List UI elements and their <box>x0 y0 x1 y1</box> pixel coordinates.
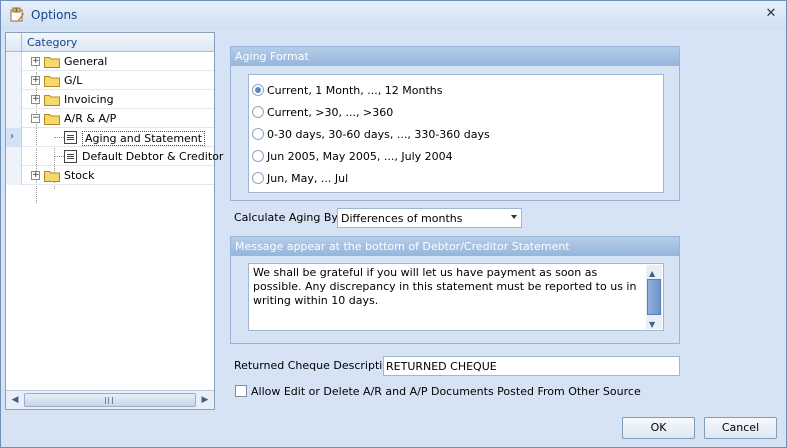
aging-option-months[interactable]: Current, 1 Month, ..., 12 Months <box>252 81 442 99</box>
expand-icon[interactable]: + <box>31 57 40 66</box>
tree-item-label: A/R & A/P <box>64 112 117 125</box>
tree-item-label: Aging and Statement <box>82 131 206 146</box>
folder-icon <box>44 171 60 182</box>
tree-item-general[interactable]: + General <box>6 52 214 71</box>
options-window: Options ✕ Category + General + G/L + Inv… <box>0 0 787 448</box>
calculate-aging-dropdown[interactable]: Differences of months <box>337 208 522 228</box>
tree-item-ar-ap[interactable]: − A/R & A/P <box>6 109 214 128</box>
tree-header: Category <box>6 33 214 52</box>
radio-button[interactable] <box>252 84 264 96</box>
allow-edit-checkbox[interactable] <box>235 385 247 397</box>
cancel-button[interactable]: Cancel <box>704 417 777 439</box>
tree-item-aging-statement[interactable]: › Aging and Statement <box>6 128 214 147</box>
radio-button[interactable] <box>252 172 264 184</box>
aging-option-over-days[interactable]: Current, >30, ..., >360 <box>252 103 393 121</box>
chevron-down-icon <box>511 215 517 219</box>
ok-button[interactable]: OK <box>622 417 695 439</box>
tree-item-label: Default Debtor & Creditor <box>82 150 224 163</box>
options-app-icon <box>10 7 24 22</box>
calculate-aging-label: Calculate Aging By: <box>234 211 341 224</box>
aging-option-month-names[interactable]: Jun, May, ... Jul <box>252 169 348 187</box>
tree-item-default-debtor-creditor[interactable]: Default Debtor & Creditor <box>6 147 223 166</box>
expand-icon[interactable]: + <box>31 171 40 180</box>
collapse-icon[interactable]: − <box>31 114 40 123</box>
tree-item-stock[interactable]: + Stock <box>6 166 214 185</box>
expand-icon[interactable]: + <box>31 76 40 85</box>
scroll-right-icon[interactable]: ▶ <box>198 393 212 407</box>
statement-message-group: Message appear at the bottom of Debtor/C… <box>230 236 680 344</box>
tree-item-label: Stock <box>64 169 95 182</box>
open-folder-icon <box>44 114 60 125</box>
tree-header-label: Category <box>27 36 78 49</box>
tree-item-label: Invoicing <box>64 93 114 106</box>
scroll-thumb[interactable] <box>647 279 661 315</box>
aging-format-group: Aging Format Current, 1 Month, ..., 12 M… <box>230 46 680 201</box>
aging-format-header: Aging Format <box>231 47 679 66</box>
scroll-left-icon[interactable]: ◀ <box>8 393 22 407</box>
close-icon: ✕ <box>765 6 777 21</box>
message-vertical-scrollbar[interactable]: ▲ ▼ <box>646 265 662 329</box>
report-icon <box>64 131 77 144</box>
close-button[interactable]: ✕ <box>764 7 778 21</box>
tree-item-label: General <box>64 55 108 68</box>
tree-item-gl[interactable]: + G/L <box>6 71 214 90</box>
aging-option-day-ranges[interactable]: 0-30 days, 30-60 days, ..., 330-360 days <box>252 125 490 143</box>
folder-icon <box>44 57 60 68</box>
folder-icon <box>44 95 60 106</box>
scroll-down-icon[interactable]: ▼ <box>649 318 655 332</box>
statement-message-header: Message appear at the bottom of Debtor/C… <box>231 237 679 256</box>
scroll-thumb[interactable] <box>24 393 196 407</box>
category-tree[interactable]: Category + General + G/L + Invoicing − A… <box>5 32 223 410</box>
expand-icon[interactable]: + <box>31 95 40 104</box>
folder-icon <box>44 76 60 87</box>
aging-option-month-year[interactable]: Jun 2005, May 2005, ..., July 2004 <box>252 147 453 165</box>
tree-item-label: G/L <box>64 74 83 87</box>
returned-cheque-input[interactable]: RETURNED CHEQUE <box>383 356 680 376</box>
window-title: Options <box>31 8 78 22</box>
radio-button[interactable] <box>252 106 264 118</box>
returned-cheque-label: Returned Cheque Description <box>234 359 397 372</box>
row-indicator-icon: › <box>10 131 14 142</box>
allow-edit-label[interactable]: Allow Edit or Delete A/R and A/P Documen… <box>251 385 641 398</box>
title-bar[interactable]: Options ✕ <box>1 1 786 29</box>
report-icon <box>64 150 77 163</box>
tree-horizontal-scrollbar[interactable]: ◀ ▶ <box>6 390 214 409</box>
tree-item-invoicing[interactable]: + Invoicing <box>6 90 214 109</box>
aging-format-options: Current, 1 Month, ..., 12 Months Current… <box>248 74 664 193</box>
radio-button[interactable] <box>252 150 264 162</box>
statement-message-textarea[interactable]: We shall be grateful if you will let us … <box>248 263 664 331</box>
radio-button[interactable] <box>252 128 264 140</box>
